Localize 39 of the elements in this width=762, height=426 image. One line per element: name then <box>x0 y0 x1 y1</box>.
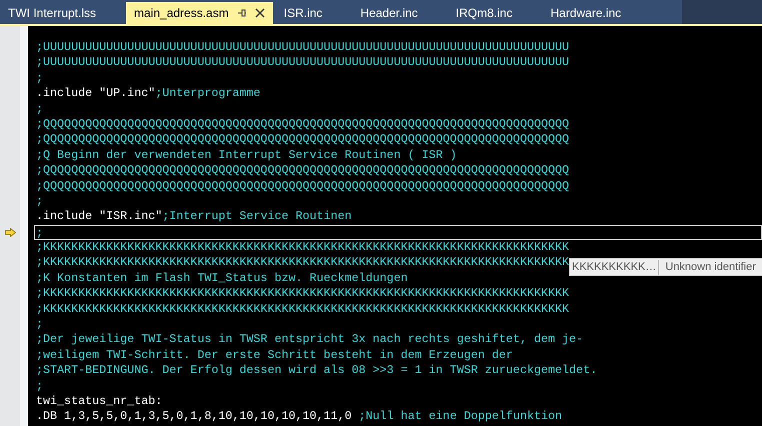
comment-text: ;QQQQQQQQQQQQQQQQQQQQQQQQQQQQQQQQQQQQQQQQQQQQQQQQQQQQQQQQQQQQQQQQQQQQQQQQQQQ <box>36 132 570 146</box>
comment-text: ;Der jeweilige TWI-Status in TWSR entspricht 3x nach rechts geshiftet, dem je- <box>36 332 584 346</box>
comment-text: ; <box>36 378 44 393</box>
comment-text: ;KKKKKKKKKKKKKKKKKKKKKKKKKKKKKKKKKKKKKKKKKKKKKKKKKKKKKKKKKKKKKKKKKKKKKKKKKKK <box>36 286 570 300</box>
comment-text: ;KKKKKKKKKKKKKKKKKKKKKKKKKKKKKKKKKKKKKKKKKKKKKKKKKKKKKKKKKKKKKKKKKKKKKKKKKKK <box>36 302 570 316</box>
comment-text: ;KKKKKKKKKKKKKKKKKKKKKKKKKKKKKKKKKKKKKKKKKKKKKKKKKKKKKKKKKKKKKKKKKKKKKKKKKKK <box>36 255 570 270</box>
pin-icon[interactable] <box>236 8 247 18</box>
editor-tab[interactable]: IRQm8.inc <box>448 2 542 24</box>
comment-text: ;UUUUUUUUUUUUUUUUUUUUUUUUUUUUUUUUUUUUUUUUUUUUUUUUUUUUUUUUUUUUUUUUUUUUUUUUUUU <box>36 55 570 70</box>
editor-tab[interactable]: ISR.inc <box>276 2 352 24</box>
comment-text: ; <box>36 194 44 208</box>
code-editor[interactable] <box>28 26 762 426</box>
code-text: .include "ISR.inc" <box>36 209 162 224</box>
tooltip-message: Unknown identifier <box>664 260 757 275</box>
comment-text: ;UUUUUUUUUUUUUUUUUUUUUUUUUUUUUUUUUUUUUUUUUUUUUUUUUUUUUUUUUUUUUUUUUUUUUUUUUUU <box>36 40 570 54</box>
comment-text: ; <box>36 317 44 332</box>
code-text: .include "UP.inc" <box>36 86 156 100</box>
comment-text: ;Q Beginn der verwendeten Interrupt Service Routinen ( ISR ) <box>36 148 457 162</box>
editor-tab[interactable]: main_adress.asm <box>126 2 273 24</box>
comment-text: ;K Konstanten im Flash TWI_Status bzw. Rueckmeldungen <box>36 270 408 285</box>
editor-tab[interactable]: TWI Interrupt.lss <box>0 2 126 24</box>
close-icon[interactable] <box>254 8 265 18</box>
comment-text: ;Interrupt Service Routinen <box>162 209 352 224</box>
tooltip-preview: KKKKKKKKKK… <box>570 260 660 276</box>
comment-text: ;Unterprogramme <box>155 86 260 100</box>
comment-text: ;QQQQQQQQQQQQQQQQQQQQQQQQQQQQQQQQQQQQQQQQQQQQQQQQQQQQQQQQQQQQQQQQQQQQQQQQQQQ <box>36 178 570 193</box>
code-text: .DB 1,3,5,5,0,1,3,5,0,1,8,10,10,10,10,10,11,0 <box>36 409 353 424</box>
editor-tab[interactable]: Header.inc <box>352 2 448 24</box>
comment-text: ;QQQQQQQQQQQQQQQQQQQQQQQQQQQQQQQQQQQQQQQQQQQQQQQQQQQQQQQQQQQQQQQQQQQQQQQQQQQ <box>36 163 570 178</box>
comment-text: ;QQQQQQQQQQQQQQQQQQQQQQQQQQQQQQQQQQQQQQQQQQQQQQQQQQQQQQQQQQQQQQQQQQQQQQQQQQQ <box>36 116 570 131</box>
comment-text: ; <box>36 70 44 85</box>
comment-text: ;Null hat eine Doppelfunktion <box>358 409 562 424</box>
comment-text: ; <box>36 102 44 116</box>
comment-text: ;START-BEDINGUNG. Der Erfolg dessen wird als 08 >>3 = 1 in TWSR zurueckgemeldet. <box>36 363 598 378</box>
comment-text: ;KKKKKKKKKKKKKKKKKKKKKKKKKKKKKKKKKKKKKKKKKKKKKKKKKKKKKKKKKKKKKKKKKKKKKKKKKKK <box>36 240 570 254</box>
comment-text: ; <box>36 226 44 240</box>
comment-text: ;weiligem TWI-Schritt. Der erste Schritt besteht in dem Erzeugen der <box>36 348 513 362</box>
code-text: twi_status_nr_tab: <box>36 394 162 408</box>
editor-tab[interactable]: Hardware.inc <box>542 2 652 24</box>
